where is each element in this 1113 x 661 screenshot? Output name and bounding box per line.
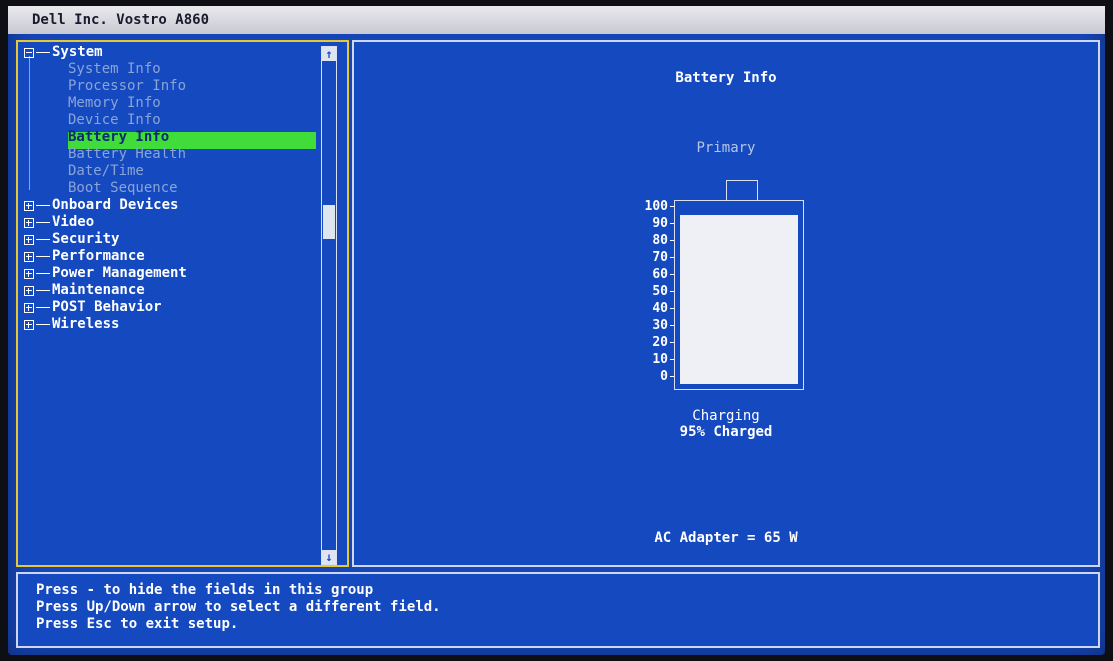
tree-connector <box>36 222 50 223</box>
help-text: Press - to hide the fields in this group… <box>36 582 441 633</box>
help-line: Press - to hide the fields in this group <box>36 582 374 598</box>
expand-icon[interactable] <box>24 234 34 245</box>
tree-group-security[interactable]: Security <box>24 231 314 248</box>
panel-title: Battery Info <box>675 70 777 86</box>
tree-item-boot-sequence[interactable]: Boot Sequence <box>24 180 314 197</box>
tree-group-system[interactable]: System <box>24 44 314 61</box>
expand-icon[interactable] <box>24 285 34 296</box>
battery-scale-label: 60 <box>652 267 668 282</box>
tree-connector <box>36 273 50 274</box>
expand-icon[interactable] <box>24 302 34 313</box>
battery-scale-label: 100 <box>644 199 668 214</box>
battery-scale-label: 70 <box>652 250 668 265</box>
expand-icon[interactable] <box>24 217 34 228</box>
battery-info-panel: Battery Info Primary 100 90 80 70 60 50 40 30 20… <box>352 40 1100 567</box>
tree-group-video[interactable]: Video <box>24 214 314 231</box>
tree-connector <box>36 52 50 53</box>
ac-adapter-info: AC Adapter = 65 W <box>654 530 798 546</box>
expand-icon[interactable] <box>24 319 34 330</box>
tree-group-performance[interactable]: Performance <box>24 248 314 265</box>
scroll-up-arrow-icon[interactable]: ↑ <box>322 47 336 61</box>
tree-group-label: System <box>52 44 103 60</box>
expand-icon[interactable] <box>24 251 34 262</box>
tree-group-wireless[interactable]: Wireless <box>24 316 314 333</box>
collapse-icon[interactable] <box>24 47 34 58</box>
help-line: Press Up/Down arrow to select a differen… <box>36 599 441 615</box>
tree-group-post-behavior[interactable]: POST Behavior <box>24 299 314 316</box>
help-line: Press Esc to exit setup. <box>36 616 239 632</box>
tree-item-battery-health[interactable]: Battery Health <box>24 146 314 163</box>
tree-item-device-info[interactable]: Device Info <box>24 112 314 129</box>
battery-scale-label: 40 <box>652 301 668 316</box>
charging-status: Charging <box>692 408 760 424</box>
battery-scale-label: 80 <box>652 233 668 248</box>
expand-icon[interactable] <box>24 200 34 211</box>
tree-group-power-management[interactable]: Power Management <box>24 265 314 282</box>
tree-group-onboard-devices[interactable]: Onboard Devices <box>24 197 314 214</box>
battery-scale-label: 0 <box>660 369 668 384</box>
tree-group-maintenance[interactable]: Maintenance <box>24 282 314 299</box>
battery-level-fill <box>680 215 798 384</box>
battery-terminal <box>726 180 758 201</box>
window-title: Dell Inc. Vostro A860 <box>32 12 210 28</box>
charge-percent: 95% Charged <box>679 424 773 440</box>
settings-tree-panel: System System Info Processor Info Memory… <box>16 40 349 567</box>
battery-scale-label: 10 <box>652 352 668 367</box>
tree-connector <box>36 239 50 240</box>
battery-scale-label: 50 <box>652 284 668 299</box>
tree-item-memory-info[interactable]: Memory Info <box>24 95 314 112</box>
scroll-down-arrow-icon[interactable]: ↓ <box>322 550 336 564</box>
title-bar: Dell Inc. Vostro A860 <box>8 6 1105 34</box>
tree-connector <box>36 307 50 308</box>
tree-item-battery-info[interactable]: Battery Info <box>24 129 314 146</box>
tree-item-system-info[interactable]: System Info <box>24 61 314 78</box>
tree-item-processor-info[interactable]: Processor Info <box>24 78 314 95</box>
expand-icon[interactable] <box>24 268 34 279</box>
bios-screen: Dell Inc. Vostro A860 System System Info… <box>8 6 1105 655</box>
battery-body <box>674 200 804 390</box>
battery-scale-label: 30 <box>652 318 668 333</box>
scroll-thumb[interactable] <box>323 205 335 239</box>
battery-name: Primary <box>696 140 756 156</box>
tree-connector <box>36 256 50 257</box>
tree-connector <box>36 205 50 206</box>
settings-tree: System System Info Processor Info Memory… <box>24 44 314 333</box>
battery-scale-label: 90 <box>652 216 668 231</box>
tree-connector <box>36 290 50 291</box>
battery-gauge: 100 90 80 70 60 50 40 30 20 10 0 <box>634 180 814 395</box>
tree-scrollbar[interactable]: ↑ ↓ <box>321 46 337 565</box>
tree-connector <box>36 324 50 325</box>
tree-item-date-time[interactable]: Date/Time <box>24 163 314 180</box>
help-panel: Press - to hide the fields in this group… <box>16 572 1100 648</box>
battery-scale-label: 20 <box>652 335 668 350</box>
